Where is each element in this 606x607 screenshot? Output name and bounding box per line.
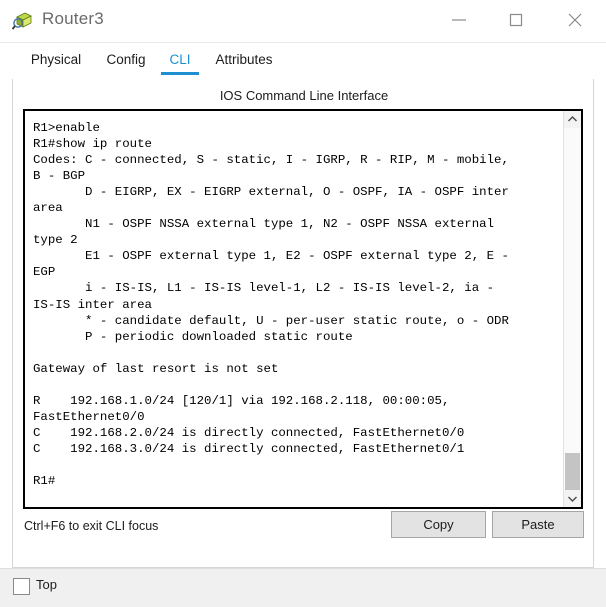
tab-underline [161,72,199,75]
window-title: Router3 [42,9,104,28]
maximize-button[interactable] [493,0,539,40]
router-cli-window: Router3 Physical Config CLI Attributes I… [0,0,606,607]
paste-button[interactable]: Paste [492,511,584,538]
terminal-frame: R1>enable R1#show ip route Codes: C - co… [23,109,583,509]
cli-focus-hint: Ctrl+F6 to exit CLI focus [24,519,159,533]
router-device-icon [11,10,34,32]
scrollbar-track[interactable] [564,128,581,498]
panel-heading: IOS Command Line Interface [219,88,389,103]
tab-cli-label: CLI [169,52,191,67]
tab-cli[interactable]: CLI [161,47,199,79]
tab-attributes[interactable]: Attributes [206,47,282,79]
terminal-scrollbar[interactable] [563,111,581,507]
copy-button[interactable]: Copy [391,511,486,538]
terminal-output: R1>enable R1#show ip route Codes: C - co… [33,121,509,489]
cli-panel: IOS Command Line Interface R1>enable R1#… [12,79,594,568]
cli-terminal[interactable]: R1>enable R1#show ip route Codes: C - co… [25,111,563,507]
minimize-button[interactable] [436,0,482,40]
tab-attributes-label: Attributes [215,52,273,67]
tab-physical[interactable]: Physical [22,47,90,79]
top-checkbox-label: Top [36,577,57,592]
top-checkbox[interactable] [13,578,30,595]
scroll-down-button[interactable] [564,490,581,507]
close-button[interactable] [552,0,598,40]
scroll-up-button[interactable] [564,111,581,128]
title-bar: Router3 [0,0,606,43]
tab-config[interactable]: Config [99,47,153,79]
tab-config-label: Config [106,52,146,67]
bottom-bar: Top [0,568,606,607]
tab-physical-label: Physical [30,52,82,67]
tab-strip: Physical Config CLI Attributes [12,47,594,79]
